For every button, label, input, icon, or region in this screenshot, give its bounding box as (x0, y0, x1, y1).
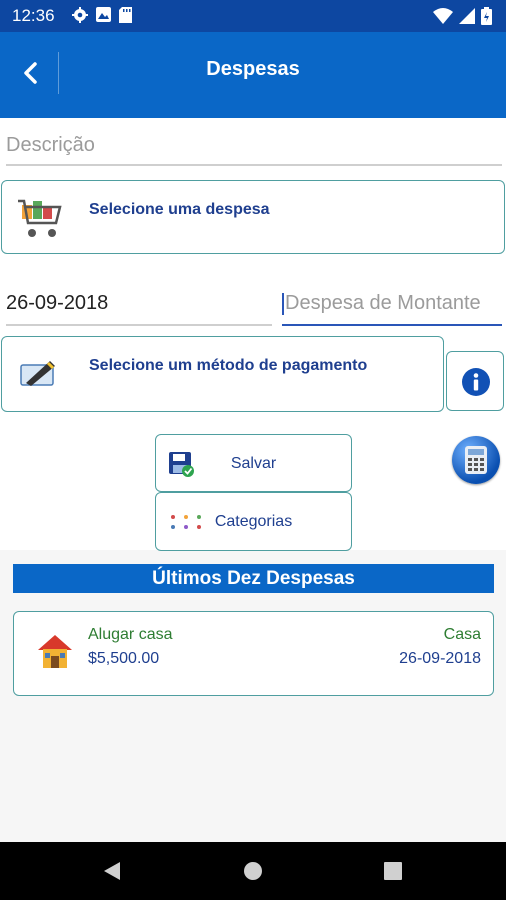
info-button[interactable] (446, 351, 504, 411)
categories-label: Categorias (214, 513, 293, 530)
nav-home-icon[interactable] (243, 861, 263, 881)
date-field[interactable]: 26-09-2018 (6, 292, 272, 326)
text-cursor (282, 292, 284, 315)
date-value: 26-09-2018 (6, 292, 109, 314)
sd-card-icon (119, 7, 132, 23)
expense-list-item[interactable]: Alugar casa $5,500.00 Casa 26-09-2018 (13, 611, 494, 696)
info-icon (462, 368, 490, 396)
recent-expenses-header: Últimos Dez Despesas (13, 564, 494, 593)
expense-name: Alugar casa (88, 626, 173, 643)
expense-date: 26-09-2018 (399, 650, 481, 667)
select-payment-method-button[interactable]: Selecione um método de pagamento (1, 336, 444, 412)
nav-back-icon[interactable] (102, 861, 122, 881)
description-placeholder: Descrição (6, 134, 95, 156)
status-bar: 12:36 (0, 0, 506, 32)
save-button[interactable]: Salvar (155, 434, 352, 492)
house-icon (38, 635, 72, 668)
select-payment-label: Selecione um método de pagamento (89, 357, 368, 374)
expense-form: Descrição Selecione uma despesa 26-09-20… (0, 118, 506, 551)
categories-button[interactable]: Categorias (155, 492, 352, 551)
select-expense-label: Selecione uma despesa (89, 201, 270, 218)
save-label: Salvar (230, 455, 277, 472)
select-expense-button[interactable]: Selecione uma despesa (1, 180, 505, 254)
amount-input[interactable]: Despesa de Montante (282, 292, 502, 326)
shopping-cart-icon (18, 199, 62, 237)
payment-pen-icon (20, 361, 55, 386)
app-bar: Despesas (0, 32, 506, 118)
calculator-icon (465, 446, 487, 474)
settings-icon (72, 7, 88, 23)
image-notification-icon (96, 7, 111, 22)
description-input[interactable]: Descrição (6, 134, 502, 166)
page-title: Despesas (206, 58, 300, 80)
status-time: 12:36 (12, 6, 55, 25)
expense-amount: $5,500.00 (88, 650, 160, 667)
signal-icon (459, 8, 475, 24)
nav-recents-icon[interactable] (384, 862, 402, 880)
amount-placeholder: Despesa de Montante (285, 292, 481, 314)
navigation-bar (0, 842, 506, 900)
wifi-icon (433, 8, 453, 24)
calculator-button[interactable] (452, 436, 500, 484)
expense-category: Casa (443, 626, 481, 643)
battery-icon (481, 7, 492, 25)
